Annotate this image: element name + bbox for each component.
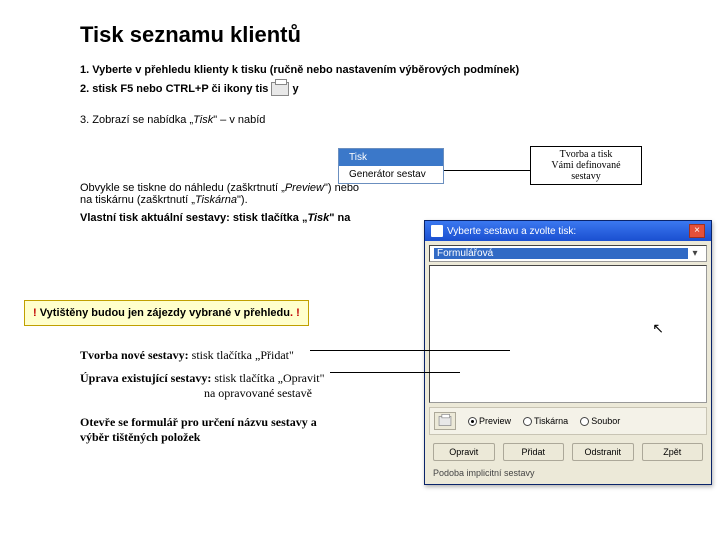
pridat-button[interactable]: Přidat: [503, 443, 565, 461]
report-listbox[interactable]: ↖: [429, 265, 707, 403]
connector-line: [310, 350, 510, 351]
dialog-footer-note: Podoba implicitní sestavy: [429, 466, 707, 480]
new-report-line: Tvorba nové sestavy: stisk tlačítka „Při…: [80, 348, 325, 363]
zpet-button[interactable]: Zpět: [642, 443, 704, 461]
print-button[interactable]: [434, 412, 456, 430]
callout-box: Tvorba a tisk Vámi definované sestavy: [530, 146, 642, 185]
print-target-toolbar: Preview Tiskárna Soubor: [429, 407, 707, 435]
cursor-icon: ↖: [652, 320, 664, 337]
edit-report-line: Úprava existující sestavy: stisk tlačítk…: [80, 371, 325, 401]
radio-tiskarna[interactable]: Tiskárna: [523, 416, 568, 426]
print-icon: [439, 416, 452, 426]
radio-preview[interactable]: Preview: [468, 416, 511, 426]
menu-item-generator[interactable]: Generátor sestav: [339, 166, 443, 183]
connector-line: [330, 372, 460, 373]
print-dialog: Vyberte sestavu a zvolte tisk: × Formulá…: [424, 220, 712, 485]
dialog-title: Vyberte sestavu a zvolte tisk:: [447, 226, 576, 237]
callout-connector: [444, 170, 530, 171]
step-1: 1. Vyberte v přehledu klienty k tisku (r…: [80, 64, 720, 76]
print-icon: [271, 82, 289, 96]
menu-item-tisk[interactable]: Tisk: [339, 149, 443, 166]
odstranit-button[interactable]: Odstranit: [572, 443, 634, 461]
step-2: 2. stisk F5 nebo CTRL+P či ikony tis y: [80, 82, 720, 96]
opravit-button[interactable]: Opravit: [433, 443, 495, 461]
page-title: Tisk seznamu klientů: [80, 22, 720, 48]
context-menu: Tisk Generátor sestav: [338, 148, 444, 184]
combo-selected: Formulářová: [434, 248, 688, 259]
dialog-icon: [431, 225, 443, 237]
dialog-titlebar: Vyberte sestavu a zvolte tisk: ×: [425, 221, 711, 241]
chevron-down-icon[interactable]: ▾: [688, 248, 702, 259]
radio-dot-icon: [468, 417, 477, 426]
opens-form-line: Otevře se formulář pro určení názvu sest…: [80, 415, 325, 445]
report-combo[interactable]: Formulářová ▾: [429, 245, 707, 262]
radio-soubor[interactable]: Soubor: [580, 416, 620, 426]
radio-dot-icon: [580, 417, 589, 426]
warning-box: ! Vytištěny budou jen zájezdy vybrané v …: [24, 300, 309, 326]
step-3: 3. Zobrazí se nabídka „Tisk" – v nabíd: [80, 114, 720, 126]
close-button[interactable]: ×: [689, 224, 705, 238]
paragraph-preview: Obvykle se tiskne do náhledu (zaškrtnutí…: [80, 182, 720, 206]
radio-dot-icon: [523, 417, 532, 426]
